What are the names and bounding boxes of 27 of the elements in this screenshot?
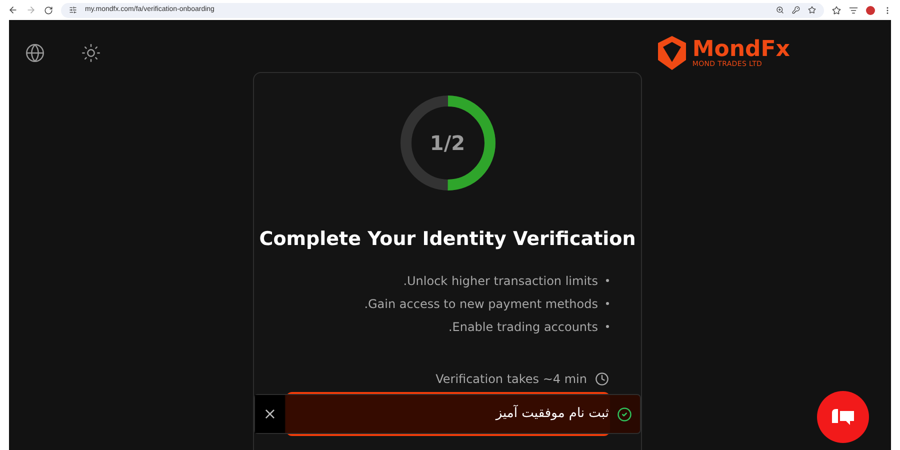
card-title: Complete Your Identity Verification (259, 227, 636, 252)
toast-close-button[interactable]: × (255, 395, 285, 433)
key-icon[interactable] (792, 6, 800, 14)
toast-message: ثبت نام موفقیت آمیز (496, 404, 609, 424)
logo-name: MondFx (692, 38, 790, 60)
zoom-icon[interactable] (776, 6, 784, 14)
benefit-text: .Unlock higher transaction limits (403, 272, 598, 290)
star-icon[interactable] (832, 6, 841, 14)
benefit-text: .Gain access to new payment methods (364, 296, 598, 312)
chat-button[interactable] (817, 391, 869, 443)
language-icon[interactable] (25, 43, 45, 63)
bullet-icon (606, 279, 609, 282)
profile-avatar[interactable] (866, 6, 875, 14)
benefit-text: .Enable trading accounts (448, 318, 598, 336)
bullet-icon (606, 302, 609, 305)
chat-icon (830, 407, 856, 427)
logo-icon (656, 34, 688, 72)
clock-icon (595, 372, 609, 386)
site-settings-icon[interactable] (69, 6, 77, 14)
progress-label: 1/2 (430, 130, 466, 157)
success-icon (617, 406, 632, 422)
back-icon[interactable] (8, 5, 18, 15)
duration-text: Verification takes ~4 min (436, 370, 587, 388)
bullet-icon (606, 325, 609, 328)
bookmark-star-icon[interactable] (808, 6, 816, 14)
theme-toggle-icon[interactable] (81, 43, 101, 63)
reload-icon[interactable] (44, 6, 53, 14)
